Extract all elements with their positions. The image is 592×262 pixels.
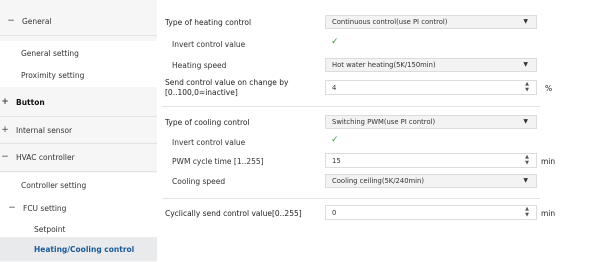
sidebar-item-hvac-controller[interactable]: − HVAC controller	[0, 145, 157, 169]
sidebar-item-label: HVAC controller	[16, 152, 75, 162]
cooling-type-select[interactable]: Switching PWM(use PI control) ▼	[325, 115, 537, 129]
heating-invert-label: Invert control value	[172, 40, 246, 49]
send-change-input[interactable]: 4 ▲ ▼	[325, 80, 537, 95]
sidebar: − General General setting Proximity sett…	[0, 0, 157, 262]
pwm-cycle-label: PWM cycle time [1..255]	[172, 157, 264, 166]
chevron-down-icon: ▼	[523, 18, 528, 25]
send-change-label-line2: [0..100,0=inactive]	[165, 88, 238, 97]
send-change-unit: %	[545, 84, 553, 93]
collapse-icon[interactable]: −	[7, 203, 17, 213]
heating-type-select[interactable]: Continuous control(use PI control) ▼	[325, 15, 537, 29]
chevron-down-icon: ▼	[523, 61, 528, 68]
heating-invert-checkbox[interactable]: ✓	[331, 37, 339, 47]
cooling-speed-select[interactable]: Cooling ceiling(5K/240min) ▼	[325, 174, 537, 188]
spinner-icon[interactable]: ▲ ▼	[525, 154, 529, 166]
parameter-panel: Type of heating control Continuous contr…	[157, 0, 592, 262]
sidebar-item-heating-cooling-control[interactable]: Heating/Cooling control	[0, 237, 157, 261]
spinner-icon[interactable]: ▲ ▼	[525, 81, 529, 93]
heating-speed-value: Hot water heating(5K/150min)	[332, 61, 436, 69]
collapse-icon[interactable]: −	[6, 16, 16, 26]
sidebar-item-label: Setpoint	[34, 224, 66, 234]
expand-icon[interactable]: +	[0, 97, 10, 107]
spinner-icon[interactable]: ▲ ▼	[525, 206, 529, 218]
cooling-invert-label: Invert control value	[172, 138, 246, 147]
cooling-type-value: Switching PWM(use PI control)	[332, 118, 436, 126]
cooling-speed-label: Cooling speed	[172, 177, 226, 186]
send-change-label-line1: Send control value on change by	[165, 78, 289, 87]
divider	[0, 35, 157, 36]
send-change-label: Send control value on change by [0..100,…	[165, 78, 288, 98]
sidebar-item-label: FCU setting	[23, 203, 67, 213]
cyclic-send-label: Cyclically send control value[0..255]	[165, 209, 302, 218]
sidebar-item-proximity-setting[interactable]: Proximity setting	[0, 63, 157, 87]
sidebar-item-label: General	[22, 16, 52, 26]
sidebar-item-general[interactable]: − General	[0, 9, 157, 33]
pwm-cycle-input[interactable]: 15 ▲ ▼	[325, 153, 537, 168]
sidebar-item-label: Heating/Cooling control	[34, 244, 135, 254]
cooling-speed-value: Cooling ceiling(5K/240min)	[332, 177, 424, 185]
collapse-icon[interactable]: −	[0, 152, 10, 162]
sidebar-item-label: General setting	[21, 48, 79, 58]
heating-speed-label: Heating speed	[172, 61, 227, 70]
heating-type-label: Type of heating control	[165, 18, 252, 27]
chevron-down-icon: ▼	[523, 118, 528, 125]
cooling-invert-checkbox[interactable]: ✓	[331, 135, 339, 145]
sidebar-item-button[interactable]: + Button	[0, 90, 157, 114]
cyclic-send-unit: min	[541, 209, 556, 218]
sidebar-item-label: Button	[16, 97, 45, 107]
sidebar-item-general-setting[interactable]: General setting	[0, 41, 157, 65]
send-change-value: 4	[332, 83, 337, 92]
heating-speed-select[interactable]: Hot water heating(5K/150min) ▼	[325, 58, 537, 72]
sidebar-item-label: Controller setting	[21, 180, 87, 190]
divider	[0, 143, 157, 144]
sidebar-item-controller-setting[interactable]: Controller setting	[0, 173, 157, 197]
sidebar-item-internal-sensor[interactable]: + Internal sensor	[0, 118, 157, 142]
divider	[0, 171, 157, 172]
sidebar-item-label: Internal sensor	[16, 125, 73, 135]
cooling-type-label: Type of cooling control	[165, 118, 250, 127]
cyclic-send-input[interactable]: 0 ▲ ▼	[325, 205, 537, 220]
divider	[0, 116, 157, 117]
pwm-cycle-unit: min	[541, 157, 556, 166]
cyclic-send-value: 0	[332, 208, 337, 217]
sidebar-item-label: Proximity setting	[21, 70, 85, 80]
chevron-down-icon: ▼	[523, 177, 528, 184]
section-divider	[162, 198, 540, 199]
expand-icon[interactable]: +	[0, 125, 10, 135]
heating-type-value: Continuous control(use PI control)	[332, 18, 448, 26]
section-divider	[162, 106, 540, 107]
pwm-cycle-value: 15	[332, 156, 341, 165]
